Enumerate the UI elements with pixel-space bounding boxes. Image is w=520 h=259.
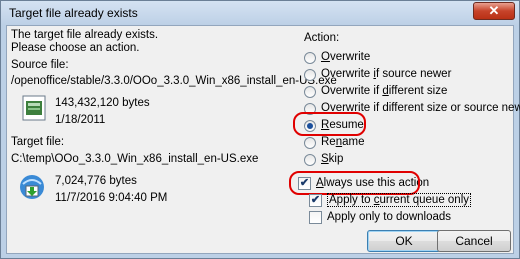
radio-overwrite[interactable]: Overwrite: [304, 51, 370, 64]
radio-button[interactable]: [304, 137, 316, 149]
close-button[interactable]: ✕: [473, 2, 515, 20]
message-line-2: Please choose an action.: [11, 42, 140, 54]
installer-file-icon: [22, 95, 46, 121]
source-file-path: /openoffice/stable/3.3.0/OOo_3.3.0_Win_x…: [11, 75, 337, 87]
source-file-date: 1/18/2011: [55, 114, 106, 126]
dialog-window: Target file already exists ✕ The target …: [0, 0, 520, 259]
window-title: Target file already exists: [9, 6, 138, 20]
always-use-highlight-annotation: [289, 171, 420, 195]
action-label: Action:: [304, 32, 340, 44]
resume-highlight-annotation: [293, 112, 366, 136]
checkbox[interactable]: [309, 211, 322, 224]
ok-button[interactable]: OK: [367, 230, 441, 252]
radio-button[interactable]: [304, 154, 316, 166]
radio-button[interactable]: [304, 86, 316, 98]
checkbox-apply-only-to-downloads[interactable]: Apply only to downloads: [309, 211, 451, 224]
checkbox[interactable]: ✔: [309, 194, 322, 207]
target-file-size: 7,024,776 bytes: [55, 175, 137, 187]
radio-button[interactable]: [304, 69, 316, 81]
title-bar[interactable]: Target file already exists ✕: [1, 1, 519, 25]
cancel-button[interactable]: Cancel: [437, 230, 511, 252]
close-icon: ✕: [488, 3, 500, 18]
source-file-label: Source file:: [11, 59, 69, 71]
radio-rename[interactable]: Rename: [304, 136, 364, 149]
radio-button[interactable]: [304, 52, 316, 64]
radio-overwrite-if-source-newer[interactable]: Overwrite if source newer: [304, 68, 451, 81]
target-file-path: C:\temp\OOo_3.3.0_Win_x86_install_en-US.…: [11, 153, 259, 165]
checkbox-apply-to-current-queue[interactable]: ✔ Apply to current queue only: [309, 193, 472, 207]
radio-overwrite-if-different-size[interactable]: Overwrite if different size: [304, 85, 447, 98]
target-file-date: 11/7/2016 9:04:40 PM: [55, 192, 168, 204]
source-file-size: 143,432,120 bytes: [55, 97, 150, 109]
download-file-icon: [20, 175, 44, 199]
dialog-body: The target file already exists. Please c…: [6, 25, 520, 254]
target-file-label: Target file:: [11, 136, 65, 148]
message-line-1: The target file already exists.: [11, 29, 159, 41]
radio-skip[interactable]: Skip: [304, 153, 343, 166]
